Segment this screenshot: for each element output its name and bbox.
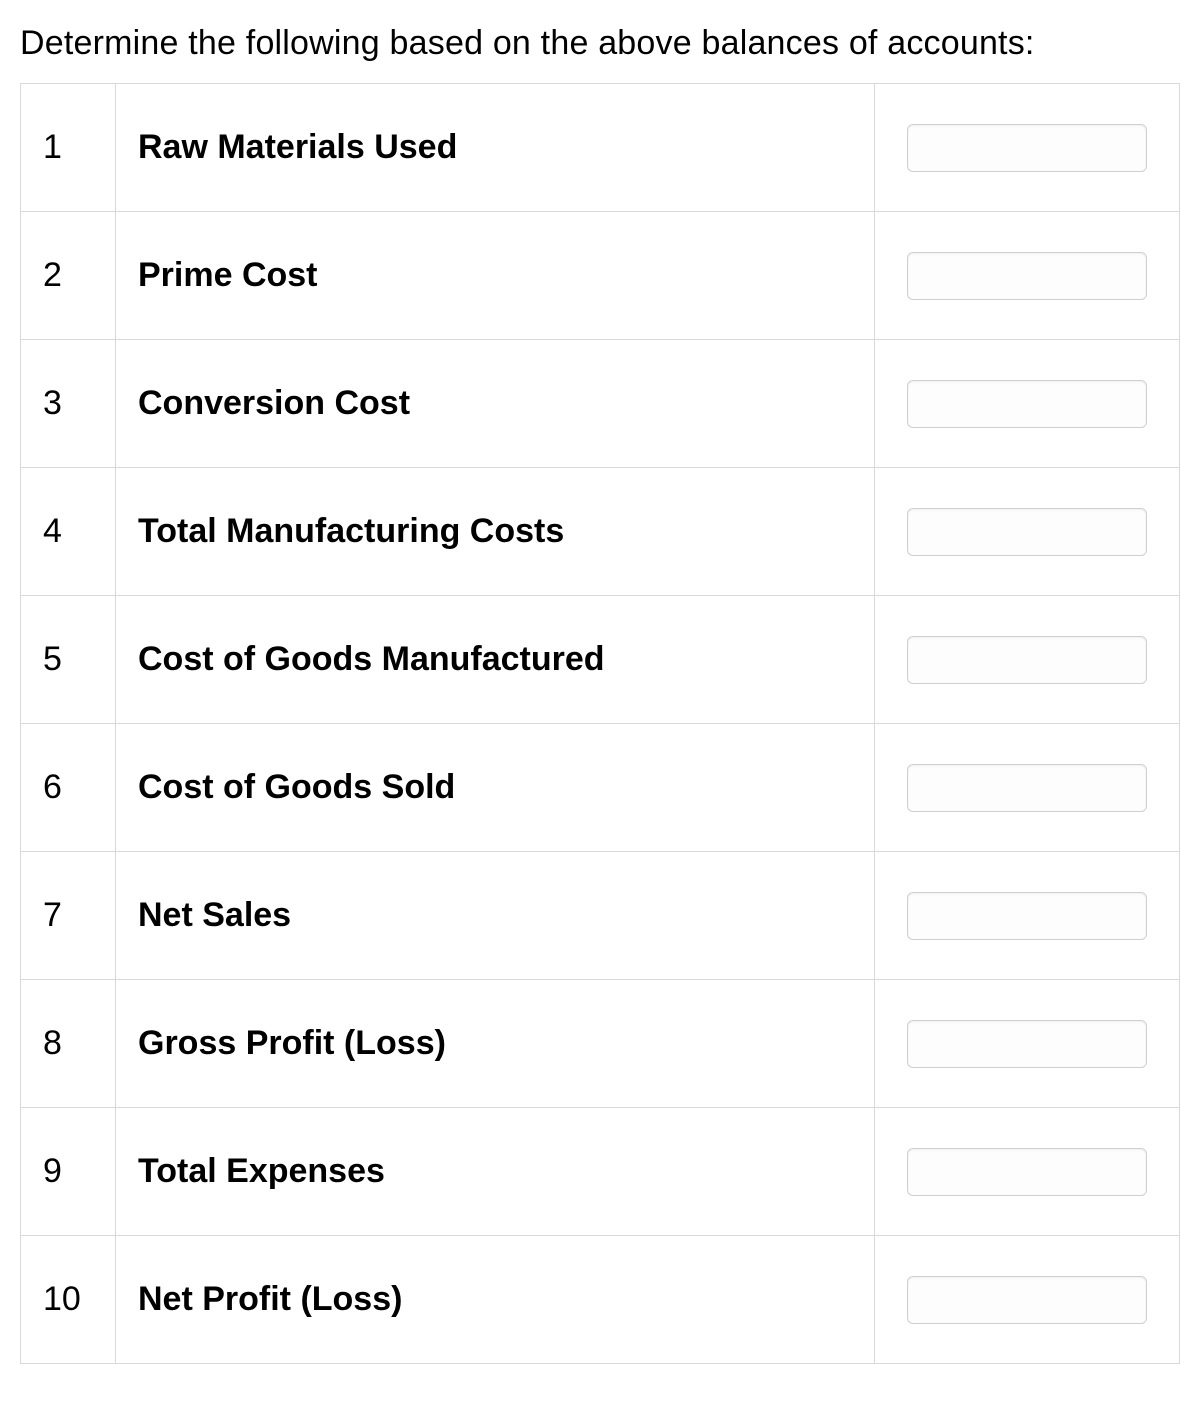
page-heading: Determine the following based on the abo…	[20, 24, 1180, 63]
row-label: Total Expenses	[116, 1108, 875, 1236]
row-number: 1	[21, 84, 116, 212]
answer-input[interactable]	[907, 1148, 1147, 1196]
row-number: 8	[21, 980, 116, 1108]
answer-input[interactable]	[907, 508, 1147, 556]
table-row: 7 Net Sales	[21, 852, 1180, 980]
table-row: 4 Total Manufacturing Costs	[21, 468, 1180, 596]
row-label: Total Manufacturing Costs	[116, 468, 875, 596]
answer-input[interactable]	[907, 636, 1147, 684]
answer-input[interactable]	[907, 1020, 1147, 1068]
row-input-cell	[875, 596, 1180, 724]
table-row: 3 Conversion Cost	[21, 340, 1180, 468]
row-input-cell	[875, 84, 1180, 212]
row-number: 6	[21, 724, 116, 852]
table-row: 9 Total Expenses	[21, 1108, 1180, 1236]
table-row: 8 Gross Profit (Loss)	[21, 980, 1180, 1108]
row-input-cell	[875, 1108, 1180, 1236]
row-number: 9	[21, 1108, 116, 1236]
table-row: 5 Cost of Goods Manufactured	[21, 596, 1180, 724]
answer-input[interactable]	[907, 252, 1147, 300]
answer-input[interactable]	[907, 124, 1147, 172]
row-input-cell	[875, 212, 1180, 340]
answer-input[interactable]	[907, 892, 1147, 940]
row-input-cell	[875, 724, 1180, 852]
row-label: Net Sales	[116, 852, 875, 980]
table-row: 1 Raw Materials Used	[21, 84, 1180, 212]
row-number: 2	[21, 212, 116, 340]
table-row: 6 Cost of Goods Sold	[21, 724, 1180, 852]
row-input-cell	[875, 852, 1180, 980]
row-label: Gross Profit (Loss)	[116, 980, 875, 1108]
row-input-cell	[875, 980, 1180, 1108]
row-number: 7	[21, 852, 116, 980]
row-number: 4	[21, 468, 116, 596]
row-number: 3	[21, 340, 116, 468]
table-row: 2 Prime Cost	[21, 212, 1180, 340]
row-label: Cost of Goods Sold	[116, 724, 875, 852]
accounts-table: 1 Raw Materials Used 2 Prime Cost 3 Conv…	[20, 83, 1180, 1364]
answer-input[interactable]	[907, 1276, 1147, 1324]
row-label: Net Profit (Loss)	[116, 1236, 875, 1364]
answer-input[interactable]	[907, 380, 1147, 428]
row-input-cell	[875, 468, 1180, 596]
table-row: 10 Net Profit (Loss)	[21, 1236, 1180, 1364]
row-label: Prime Cost	[116, 212, 875, 340]
row-input-cell	[875, 1236, 1180, 1364]
row-number: 5	[21, 596, 116, 724]
row-label: Conversion Cost	[116, 340, 875, 468]
answer-input[interactable]	[907, 764, 1147, 812]
row-label: Raw Materials Used	[116, 84, 875, 212]
row-input-cell	[875, 340, 1180, 468]
row-label: Cost of Goods Manufactured	[116, 596, 875, 724]
row-number: 10	[21, 1236, 116, 1364]
